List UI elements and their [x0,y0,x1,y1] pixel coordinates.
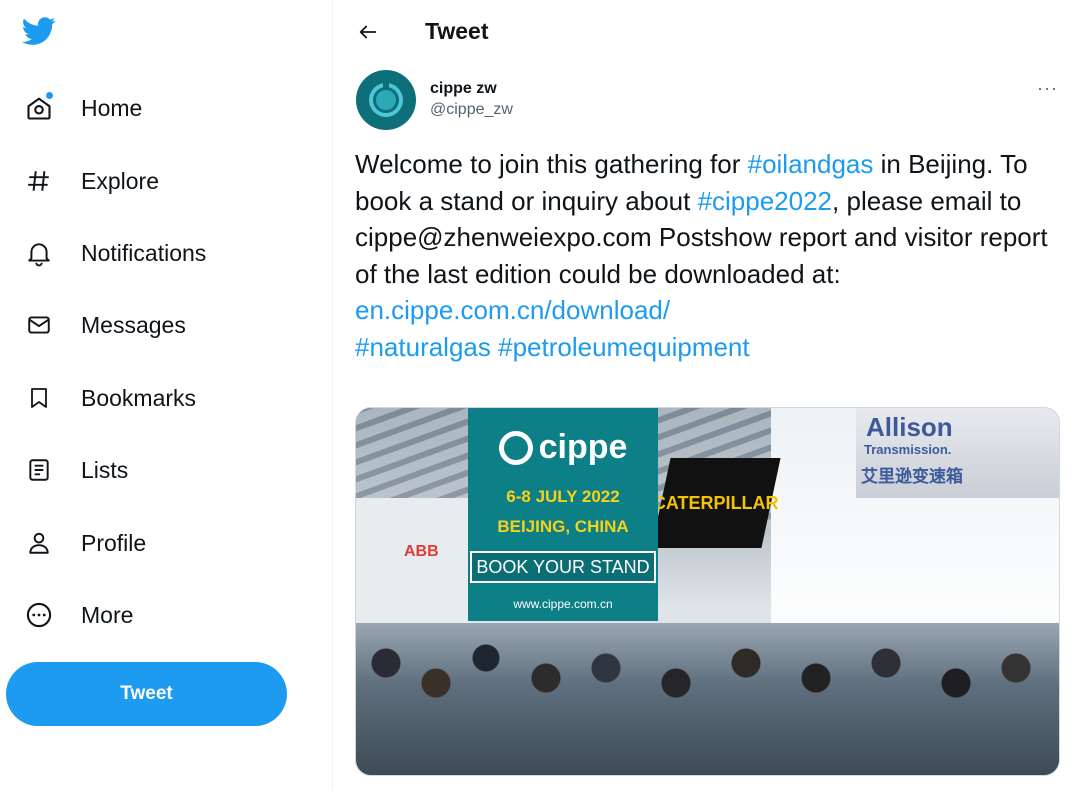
sidebar-item-profile[interactable]: Profile [14,516,156,570]
tweet-media-image[interactable]: ABB Allison Transmission. 艾里逊变速箱 CATERPI… [355,407,1060,776]
event-poster: cippe 6-8 JULY 2022 BEIJING, CHINA BOOK … [468,408,658,621]
tweet-button[interactable]: Tweet [6,662,287,726]
sidebar-item-label: Notifications [81,239,207,266]
notification-dot [46,92,53,99]
hashtag-link[interactable]: #cippe2022 [698,186,832,216]
allison-sign-chinese: 艾里逊变速箱 [861,467,963,486]
bell-icon [24,238,54,268]
sidebar-item-home[interactable]: Home [14,81,152,135]
author-handle[interactable]: @cippe_zw [430,99,513,121]
envelope-icon [24,310,54,340]
tweet-author[interactable]: cippe zw @cippe_zw [356,68,513,132]
sidebar-item-label: More [81,601,134,628]
poster-city: BEIJING, CHINA [497,517,629,536]
hashtag-icon [24,166,54,196]
sidebar-item-label: Messages [81,311,186,338]
sidebar-item-more[interactable]: More [14,588,143,642]
poster-date: 6-8 JULY 2022 [506,487,620,506]
cippe-logo: cippe [498,428,628,467]
poster-brand: cippe [538,428,628,466]
poster-url: www.cippe.com.cn [513,597,613,611]
avatar[interactable] [356,70,416,130]
download-link[interactable]: en.cippe.com.cn/download/ [355,295,670,325]
sidebar-item-messages[interactable]: Messages [14,298,196,352]
list-icon [24,455,54,485]
page-header: Tweet [334,0,1080,62]
poster-cta: BOOK YOUR STAND [470,551,656,583]
hashtag-link[interactable]: #petroleumequipment [498,332,750,362]
sidebar-item-bookmarks[interactable]: Bookmarks [14,371,206,425]
twitter-bird-icon[interactable] [20,14,58,48]
sidebar-item-explore[interactable]: Explore [14,154,169,208]
sidebar-item-label: Profile [81,529,147,556]
crowd [356,623,1059,775]
allison-sign: Allison [866,412,953,442]
caterpillar-text: CATERPILLAR [653,492,779,513]
person-icon [24,528,54,558]
hashtag-link[interactable]: #naturalgas [355,332,491,362]
home-icon [24,92,54,123]
hashtag-link[interactable]: #oilandgas [748,149,874,179]
sidebar-item-label: Lists [81,456,129,483]
more-options-icon[interactable]: ··· [1037,78,1058,99]
tweet-text-part: Welcome to join this gathering for [355,149,748,179]
sidebar-item-label: Bookmarks [81,384,197,411]
page-title: Tweet [425,18,489,44]
author-display-name[interactable]: cippe zw [430,79,513,99]
more-circle-icon [24,600,54,630]
sidebar-item-lists[interactable]: Lists [14,443,138,497]
cippe-ring-icon [498,430,533,465]
sidebar-item-label: Explore [81,167,159,194]
sidebar-item-label: Home [81,94,143,121]
main-column: Tweet cippe zw @cippe_zw ··· Welcome to … [334,0,1080,791]
sidebar-item-notifications[interactable]: Notifications [14,226,216,280]
tweet-text: Welcome to join this gathering for #oila… [355,146,1055,365]
back-arrow-icon[interactable] [354,18,382,46]
abb-sign: ABB [404,543,439,560]
allison-sign-sub: Transmission. [864,442,952,457]
bookmark-icon [24,383,54,413]
caterpillar-banner: CATERPILLAR [651,458,781,548]
sidebar: Home Explore Notifications Messages Book… [0,0,333,791]
